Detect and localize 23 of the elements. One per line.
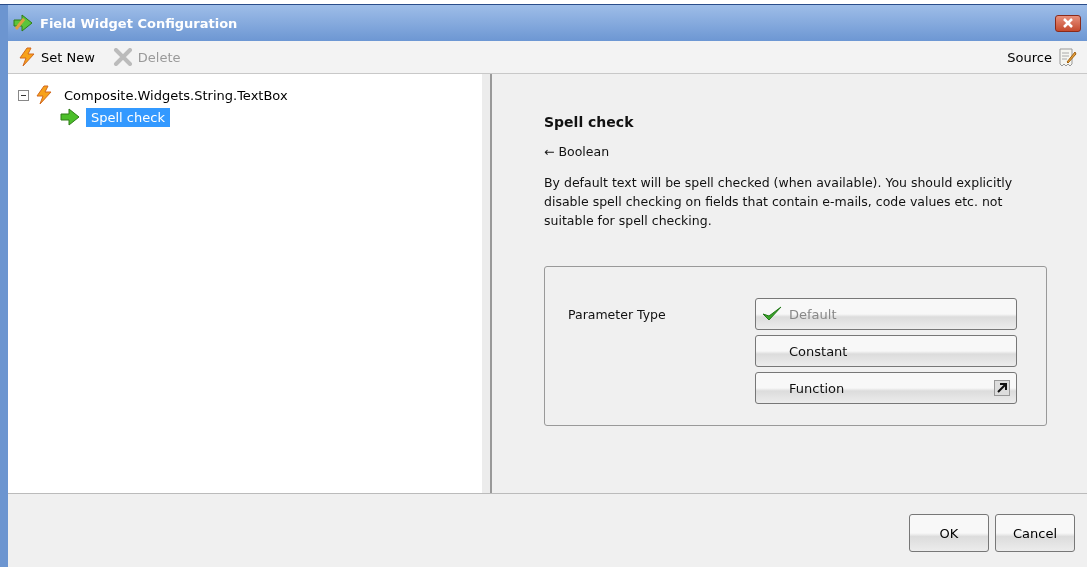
arrow-right-icon (60, 108, 80, 126)
collapse-toggle[interactable] (18, 89, 29, 101)
detail-title: Spell check (544, 114, 635, 130)
window-title: Field Widget Configuration (40, 15, 238, 31)
edit-arrow-icon (12, 13, 34, 33)
option-button[interactable]: Function (755, 372, 1017, 404)
option-button[interactable]: Constant (755, 335, 1017, 367)
close-icon (1062, 18, 1074, 28)
description: By default text will be spell checked (when available). You should explicitly disable spell checking on fields that contain e-mails, code values etc. not suitable for spell checking. (544, 174, 1014, 230)
notepad-pencil-icon (1057, 47, 1077, 67)
arrow-up-right-icon (994, 380, 1010, 396)
lightning-icon (35, 85, 53, 105)
dialog-button[interactable]: Cancel (995, 514, 1075, 552)
lightning-icon (18, 47, 36, 67)
type-label: ← Boolean (544, 144, 611, 159)
dialog-button[interactable]: OK (909, 514, 989, 552)
check-icon (762, 306, 782, 322)
parameter-label: Parameter Type (568, 307, 666, 322)
delete-icon (112, 48, 133, 66)
set-new-button[interactable]: Set New (16, 45, 97, 69)
tree-item[interactable]: Composite.Widgets.String.TextBox (59, 85, 293, 105)
close-button[interactable] (1055, 14, 1081, 32)
source-button[interactable]: Source (1005, 45, 1079, 69)
